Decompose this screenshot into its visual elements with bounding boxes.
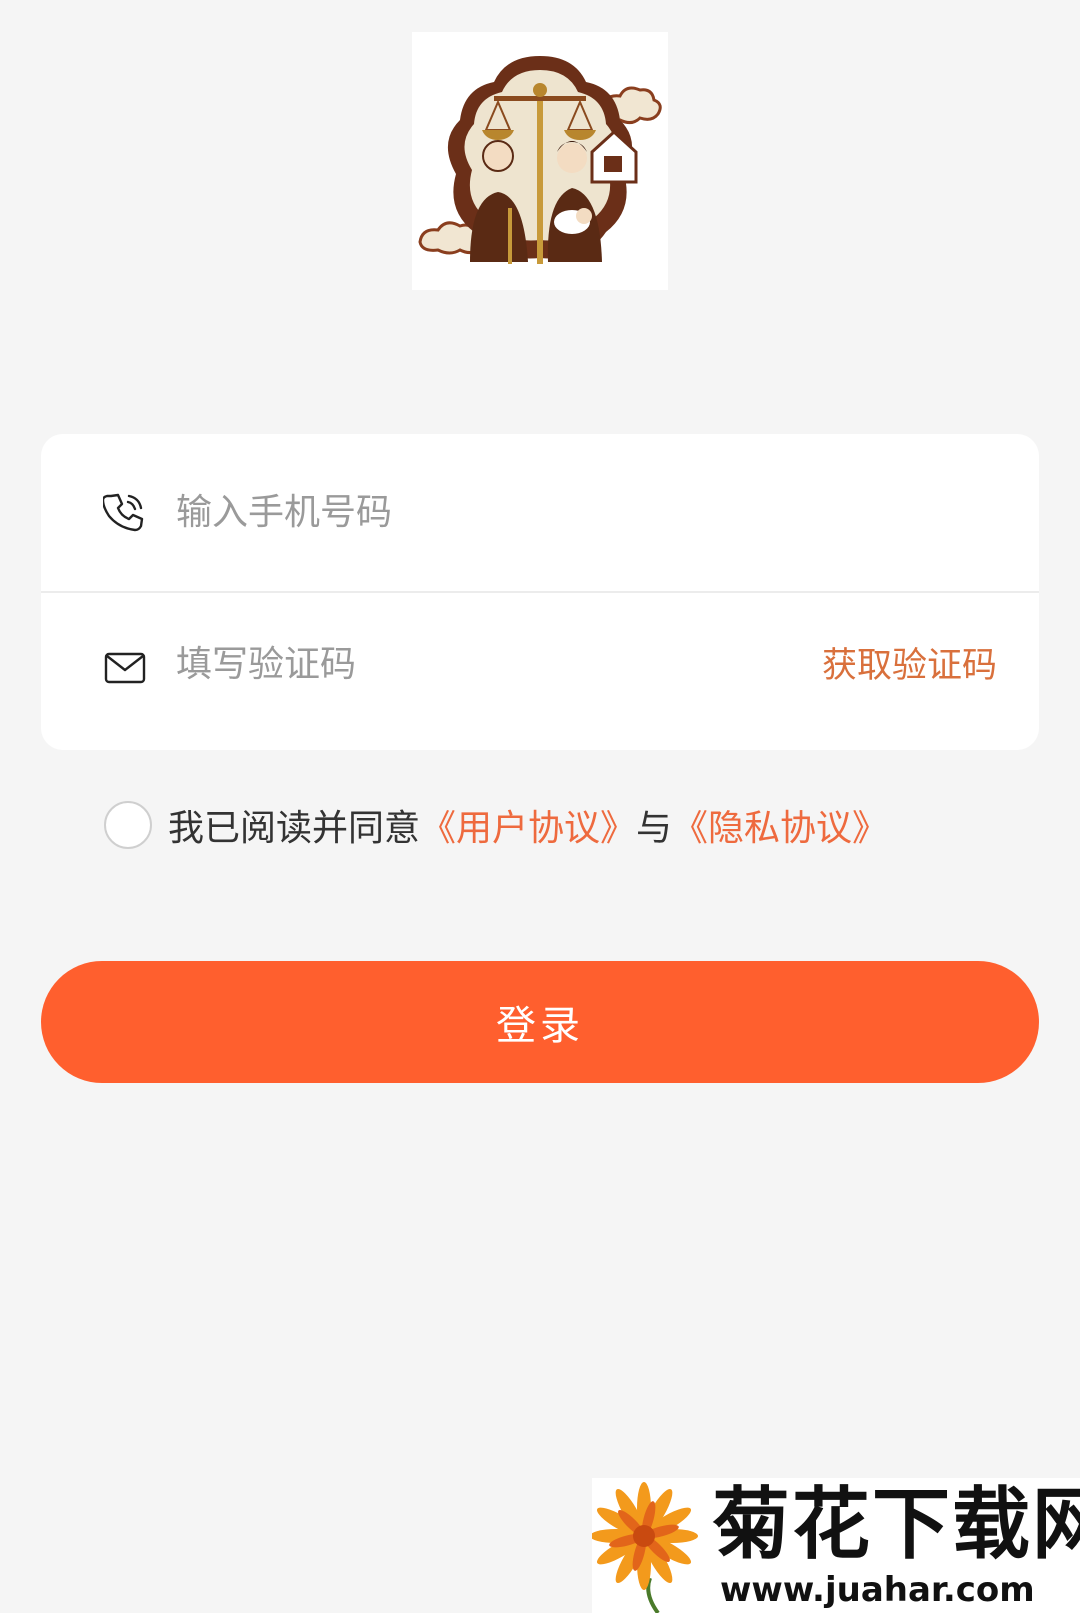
agreement-conjunction: 与: [636, 808, 673, 849]
agreement-checkbox[interactable]: [104, 801, 152, 849]
user-agreement-link[interactable]: 《用户协议》: [420, 799, 636, 851]
phone-icon: [103, 490, 147, 534]
phone-input[interactable]: [176, 482, 956, 542]
watermark-title: 菊花下载网: [712, 1480, 1080, 1570]
verification-code-input[interactable]: [176, 634, 736, 694]
watermark: 菊花下载网 www.juahar.com: [592, 1478, 1080, 1613]
mail-icon: [103, 646, 147, 690]
privacy-agreement-link[interactable]: 《隐私协议》: [672, 799, 888, 851]
logo-image: [418, 56, 662, 264]
phone-row: [41, 434, 1039, 592]
login-form-card: 获取验证码: [41, 434, 1039, 750]
agreement-prefix: 我已阅读并同意: [168, 808, 421, 849]
chrysanthemum-icon: [592, 1478, 702, 1613]
code-row: 获取验证码: [41, 592, 1039, 750]
login-button[interactable]: 登录: [41, 961, 1039, 1083]
agreement-row: 我已阅读并同意 《用户协议》 与 《隐私协议》: [104, 797, 888, 853]
watermark-url: www.juahar.com: [720, 1570, 1035, 1610]
app-logo: [412, 32, 668, 290]
get-code-button[interactable]: 获取验证码: [822, 644, 997, 688]
